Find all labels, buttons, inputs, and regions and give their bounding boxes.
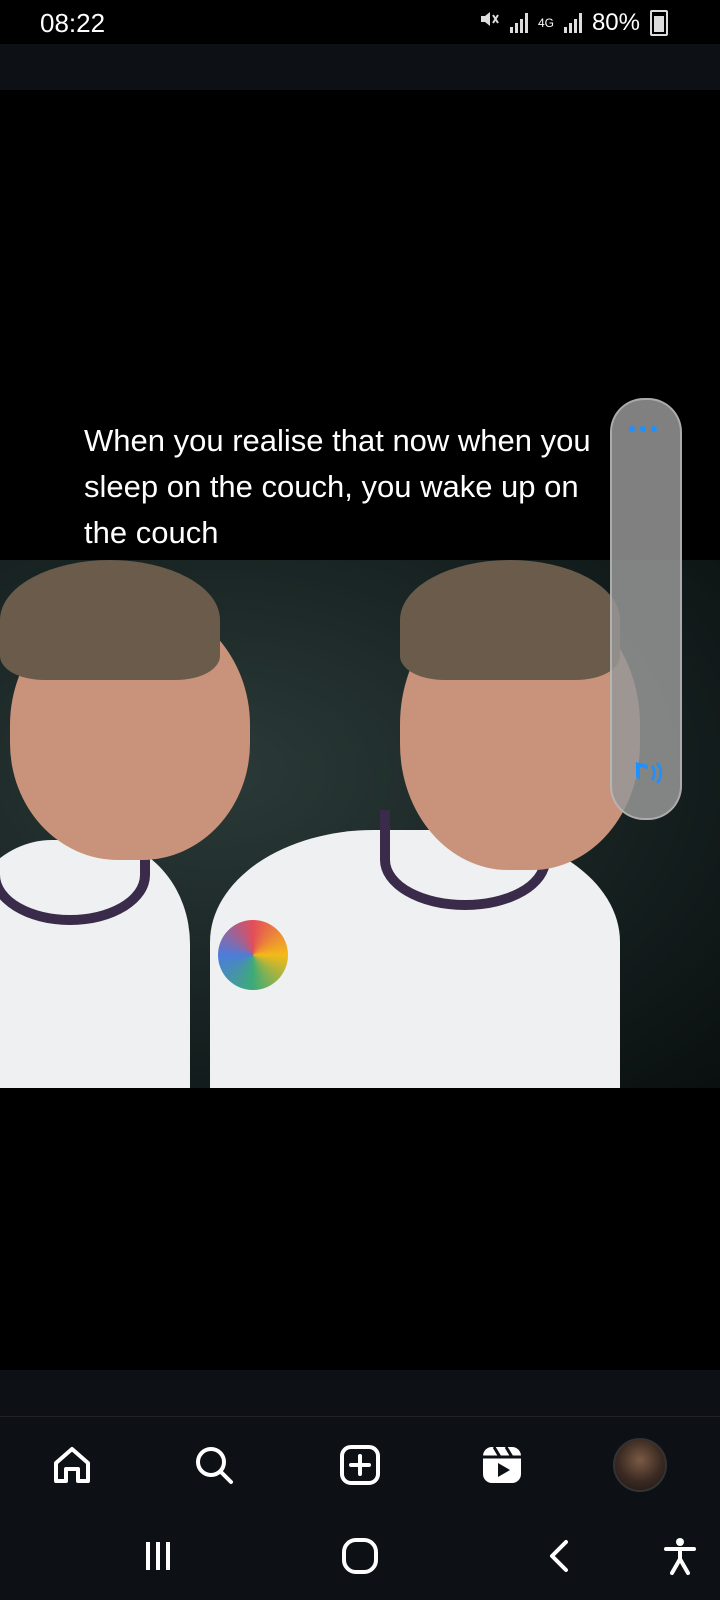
tab-create[interactable]: [332, 1437, 388, 1493]
tab-search[interactable]: [186, 1437, 242, 1493]
back-icon: [550, 1540, 568, 1572]
home-circle-icon: [342, 1538, 378, 1574]
battery-percent: 80%: [591, 8, 640, 36]
more-options-icon[interactable]: [629, 426, 657, 432]
tournament-badge: [218, 920, 288, 990]
recent-apps-button[interactable]: [130, 1530, 186, 1582]
status-icons: 4G 80%: [478, 8, 668, 37]
recent-apps-icon: [146, 1542, 170, 1570]
network-4g-icon: 4G: [537, 15, 554, 30]
search-icon: [196, 1447, 233, 1484]
tab-profile[interactable]: [612, 1437, 668, 1493]
status-bar: 08:22 4G 80%: [0, 0, 720, 44]
create-post-icon: [340, 1445, 380, 1485]
tab-reels[interactable]: [474, 1437, 530, 1493]
bottom-tab-bar: [0, 1416, 720, 1513]
battery-icon: [650, 9, 668, 36]
status-time: 08:22: [40, 8, 106, 38]
player-right: [200, 560, 640, 1088]
accessibility-icon: [664, 1538, 696, 1575]
profile-avatar: [613, 1438, 667, 1492]
bottom-band: [0, 1370, 720, 1416]
top-band: [0, 44, 720, 90]
audio-playing-icon[interactable]: [622, 756, 670, 796]
home-button[interactable]: [332, 1530, 388, 1582]
tab-home[interactable]: [44, 1437, 100, 1493]
home-icon: [54, 1447, 90, 1483]
back-button[interactable]: [532, 1530, 588, 1582]
reels-icon: [483, 1446, 521, 1483]
mute-icon: [478, 8, 500, 37]
video-caption: When you realise that now when you sleep…: [84, 423, 591, 550]
floating-audio-pill[interactable]: [610, 398, 682, 820]
signal-icon: [509, 12, 528, 33]
accessibility-button[interactable]: [652, 1530, 708, 1582]
signal-icon-2: [563, 12, 582, 33]
system-nav-bar: [0, 1512, 720, 1600]
